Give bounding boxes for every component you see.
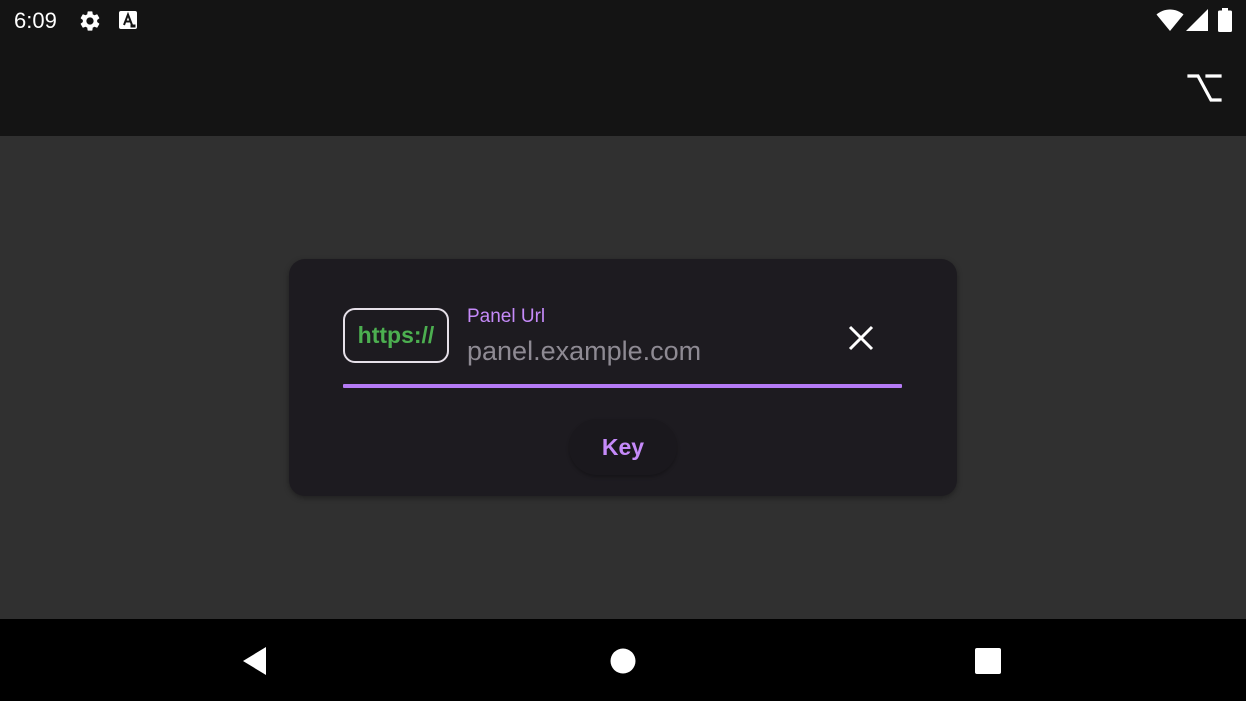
battery-icon	[1218, 8, 1232, 32]
clear-button[interactable]	[840, 317, 882, 359]
recents-icon	[975, 648, 1001, 674]
back-icon	[243, 647, 266, 675]
option-key-icon[interactable]	[1186, 72, 1222, 104]
cellular-signal-icon	[1186, 9, 1208, 31]
system-nav-bar	[0, 619, 1246, 701]
app-bar	[0, 40, 1246, 136]
field-label: Panel Url	[467, 306, 546, 327]
panel-url-input[interactable]	[465, 331, 827, 371]
status-bar: 6:09	[0, 0, 1246, 40]
home-icon	[610, 648, 636, 674]
gear-icon	[80, 11, 100, 31]
status-time: 6:09	[14, 8, 57, 33]
keyboard-a-icon	[119, 11, 137, 29]
recents-button[interactable]	[966, 639, 1010, 683]
home-button[interactable]	[601, 639, 645, 683]
wifi-icon	[1156, 9, 1184, 31]
scheme-chip[interactable]: https://	[343, 308, 449, 363]
panel-url-dialog: https:// Panel Url Key	[289, 259, 957, 496]
close-icon	[848, 325, 874, 351]
back-button[interactable]	[233, 639, 277, 683]
key-button[interactable]: Key	[569, 419, 677, 475]
input-underline	[343, 384, 902, 388]
